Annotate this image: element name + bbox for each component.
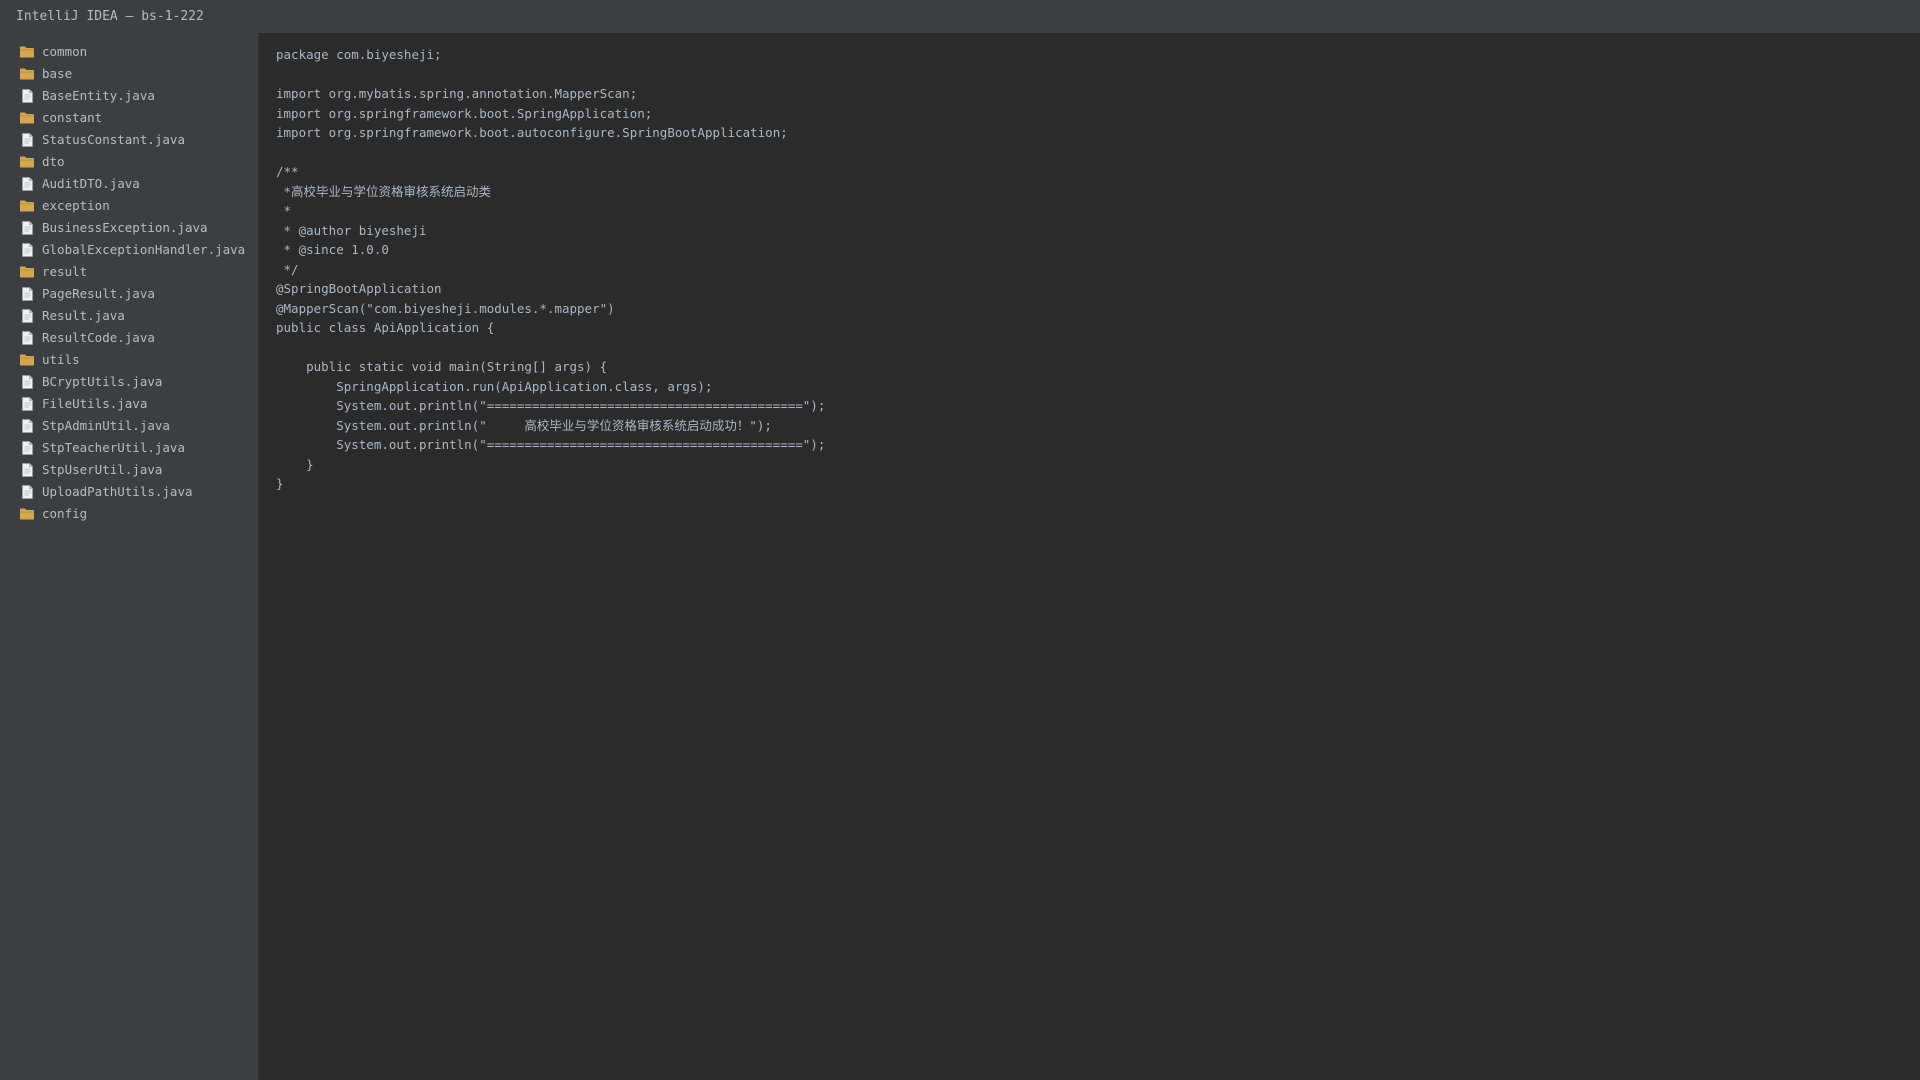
tree-folder-item[interactable]: base [0, 63, 258, 85]
tree-folder-item[interactable]: dto [0, 151, 258, 173]
code-line: System.out.println("====================… [276, 398, 826, 413]
tree-file-item[interactable]: FileUtils.java [0, 393, 258, 415]
tree-item-label: utils [42, 352, 80, 367]
tree-item-label: result [42, 264, 88, 279]
code-line: import org.springframework.boot.autoconf… [276, 125, 788, 140]
code-line: System.out.println(" 高校毕业与学位资格审核系统启动成功！"… [276, 417, 772, 433]
code-line: * @since 1.0.0 [276, 242, 389, 257]
code-line: * @author biyesheji [276, 222, 427, 238]
file-icon [20, 133, 34, 147]
tree-item-label: dto [42, 154, 65, 169]
tree-item-label: GlobalExceptionHandler.java [42, 242, 246, 257]
file-icon [20, 397, 34, 411]
tree-folder-item[interactable]: config [0, 503, 258, 525]
code-line: * [276, 203, 292, 218]
project-tree: common base BaseEntity.java constant StatusC… [0, 33, 259, 1080]
tree-folder-item[interactable]: result [0, 261, 258, 283]
tree-folder-item[interactable]: utils [0, 349, 258, 371]
tree-item-label: PageResult.java [42, 286, 155, 301]
tree-item-label: base [42, 66, 73, 81]
code-line: @MapperScan("com.biyesheji.modules.*.map… [276, 300, 615, 316]
folder-icon [20, 111, 34, 125]
tree-file-item[interactable]: StpAdminUtil.java [0, 415, 258, 437]
code-line: public static void main(String[] args) { [276, 359, 608, 374]
tree-item-label: StpUserUtil.java [42, 462, 163, 477]
tree-item-label: Result.java [42, 308, 125, 323]
file-icon [20, 243, 34, 257]
file-icon [20, 485, 34, 499]
tree-item-label: BusinessException.java [42, 220, 208, 235]
tree-file-item[interactable]: StatusConstant.java [0, 129, 258, 151]
file-icon [20, 287, 34, 301]
tree-item-label: BCryptUtils.java [42, 374, 163, 389]
tree-folder-item[interactable]: common [0, 41, 258, 63]
tree-folder-item[interactable]: exception [0, 195, 258, 217]
tree-item-label: AuditDTO.java [42, 176, 140, 191]
tree-item-label: UploadPathUtils.java [42, 484, 193, 499]
tree-file-item[interactable]: Result.java [0, 305, 258, 327]
tree-item-label: exception [42, 198, 110, 213]
tree-file-item[interactable]: StpTeacherUtil.java [0, 437, 258, 459]
code-line: } [276, 476, 284, 491]
file-icon [20, 441, 34, 455]
tree-item-label: FileUtils.java [42, 396, 148, 411]
tree-file-item[interactable]: GlobalExceptionHandler.java [0, 239, 258, 261]
tree-file-item[interactable]: StpUserUtil.java [0, 459, 258, 481]
file-icon [20, 221, 34, 235]
tree-file-item[interactable]: BCryptUtils.java [0, 371, 258, 393]
window-title: IntelliJ IDEA — bs-1-222 [16, 9, 204, 24]
file-icon [20, 309, 34, 323]
folder-icon [20, 155, 34, 169]
tree-item-label: StpTeacherUtil.java [42, 440, 185, 455]
tree-item-label: BaseEntity.java [42, 88, 155, 103]
file-icon [20, 89, 34, 103]
tree-item-label: common [42, 44, 88, 59]
file-icon [20, 331, 34, 345]
tree-file-item[interactable]: BaseEntity.java [0, 85, 258, 107]
folder-icon [20, 45, 34, 59]
code-editor[interactable]: package com.biyesheji; import org.mybatis… [260, 33, 1920, 1080]
file-icon [20, 463, 34, 477]
code-line: SpringApplication.run(ApiApplication.cla… [276, 378, 713, 394]
tree-item-label: constant [42, 110, 103, 125]
tree-item-label: StatusConstant.java [42, 132, 185, 147]
file-icon [20, 177, 34, 191]
code-line: package com.biyesheji; [276, 47, 442, 62]
folder-icon [20, 199, 34, 213]
tree-file-item[interactable]: PageResult.java [0, 283, 258, 305]
tree-file-item[interactable]: ResultCode.java [0, 327, 258, 349]
code-line: *高校毕业与学位资格审核系统启动类 [276, 183, 492, 199]
code-line: } [276, 456, 314, 472]
file-icon [20, 375, 34, 389]
window-title-bar: IntelliJ IDEA — bs-1-222 [0, 0, 1920, 33]
tree-folder-item[interactable]: constant [0, 107, 258, 129]
code-line: System.out.println("====================… [276, 437, 826, 452]
folder-icon [20, 353, 34, 367]
folder-icon [20, 265, 34, 279]
code-line: @SpringBootApplication [276, 281, 442, 296]
code-line: import org.springframework.boot.SpringAp… [276, 105, 653, 121]
code-line: public class ApiApplication { [276, 320, 495, 335]
tree-file-item[interactable]: AuditDTO.java [0, 173, 258, 195]
code-line: import org.mybatis.spring.annotation.Map… [276, 86, 638, 101]
file-icon [20, 419, 34, 433]
code-line: */ [276, 261, 299, 277]
folder-icon [20, 67, 34, 81]
tree-item-label: config [42, 506, 88, 521]
tree-item-label: ResultCode.java [42, 330, 155, 345]
tree-item-label: StpAdminUtil.java [42, 418, 170, 433]
code-line: /** [276, 164, 299, 179]
tree-file-item[interactable]: UploadPathUtils.java [0, 481, 258, 503]
folder-icon [20, 507, 34, 521]
tree-file-item[interactable]: BusinessException.java [0, 217, 258, 239]
